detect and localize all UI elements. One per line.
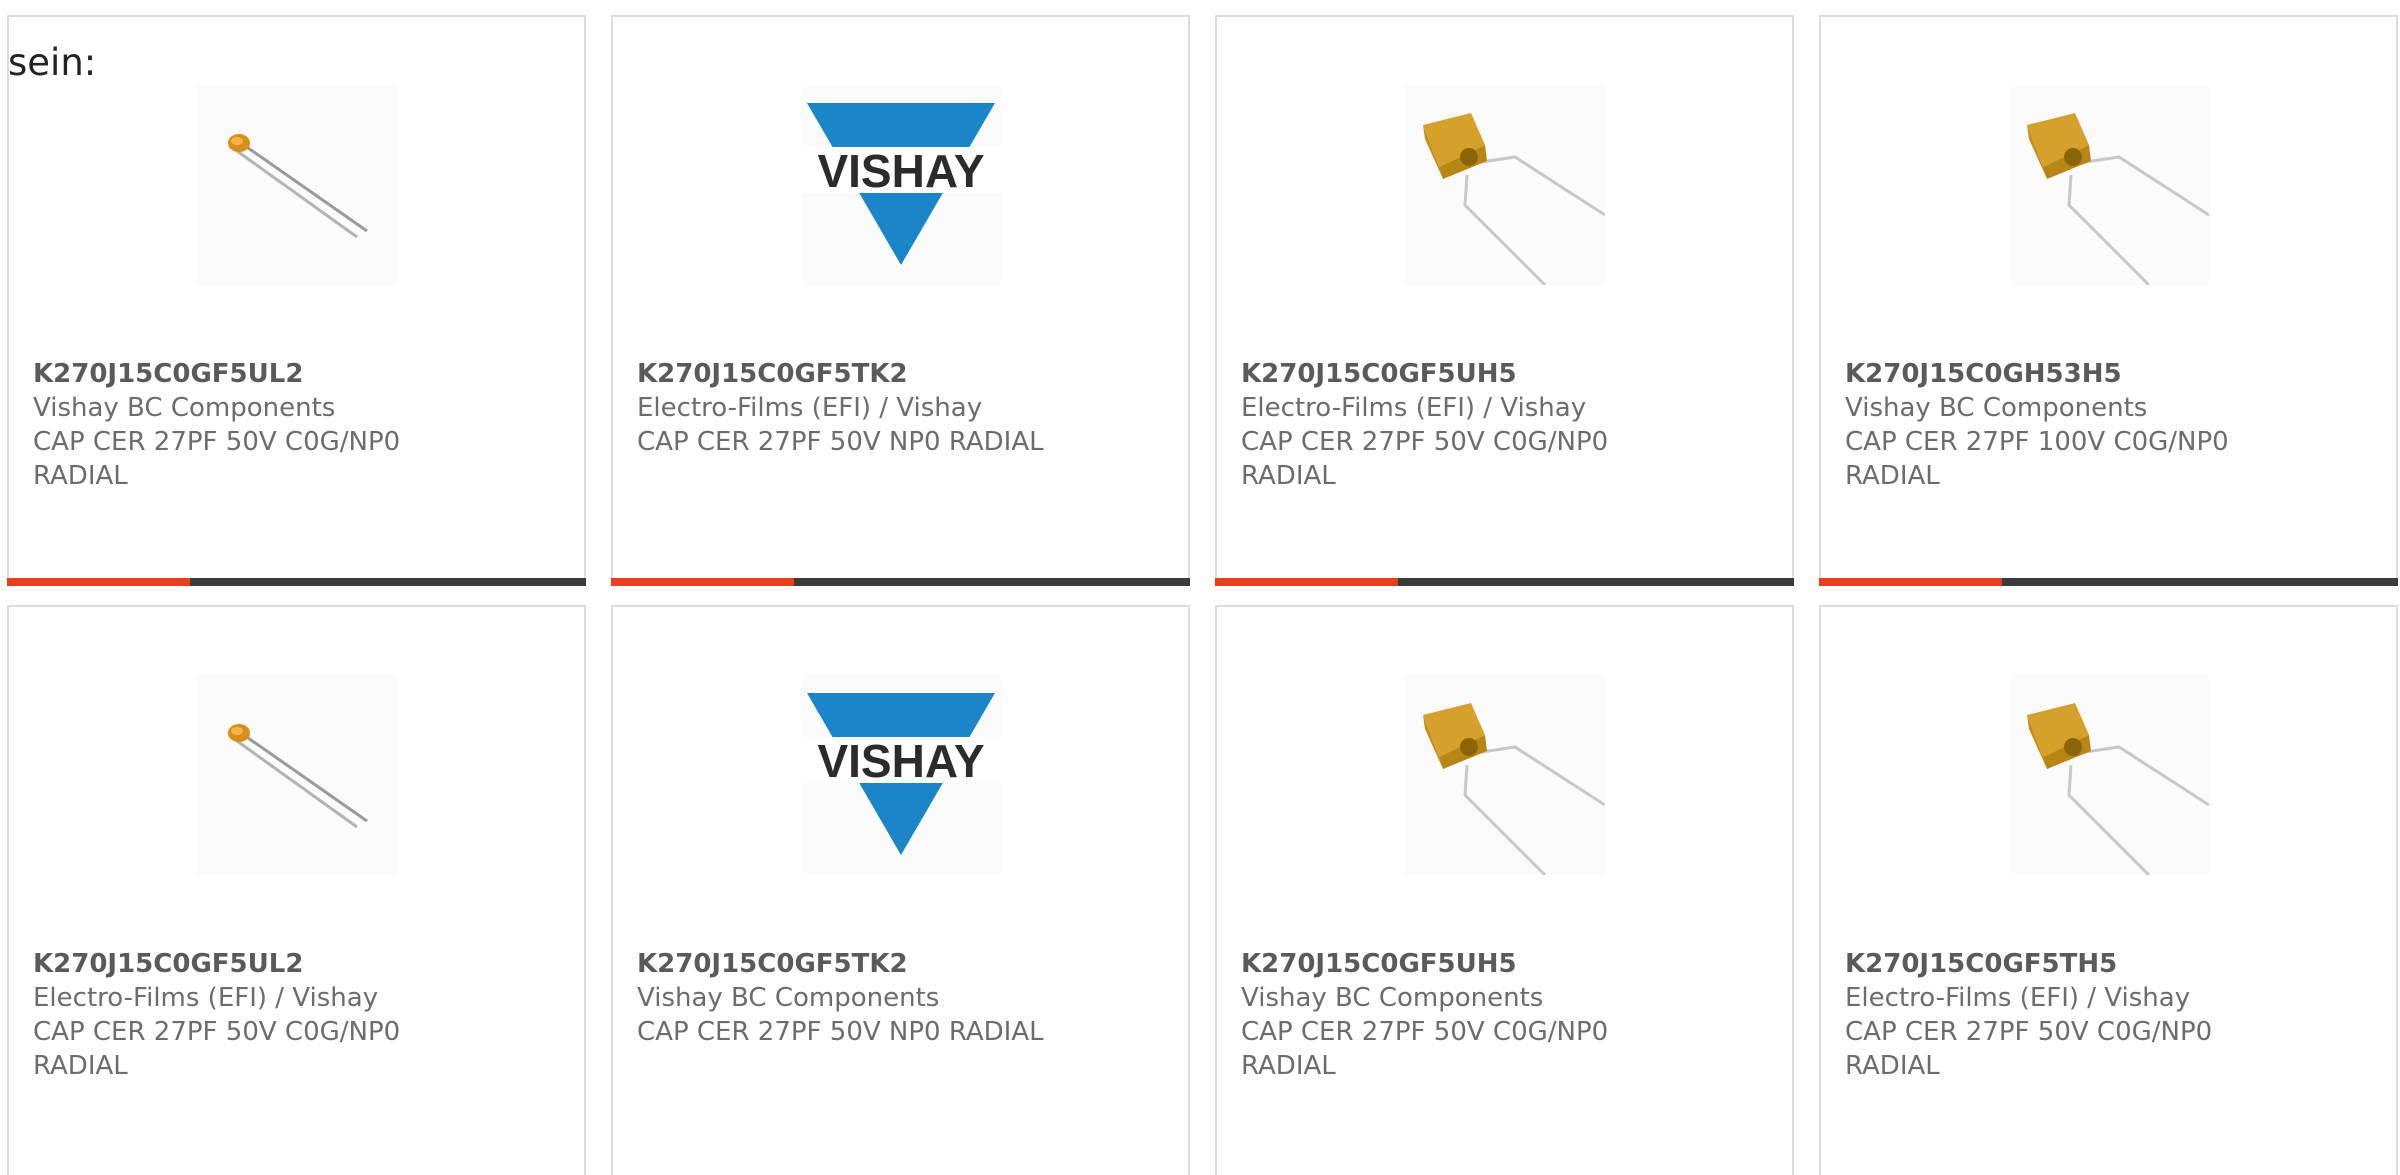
product-card[interactable]: K270J15C0GF5UH5 Vishay BC Components CAP… [1215, 605, 1794, 1175]
description-cont: RADIAL [1845, 1051, 1940, 1081]
part-number[interactable]: K270J15C0GF5UL2 [33, 947, 564, 981]
product-info: K270J15C0GF5TK2 Vishay BC Components CAP… [637, 947, 1168, 1049]
product-image-yellow-block-capacitor[interactable] [1404, 85, 1605, 285]
part-number[interactable]: K270J15C0GF5TK2 [637, 357, 1168, 391]
description-cont: RADIAL [1241, 1051, 1336, 1081]
product-card[interactable]: K270J15C0GH53H5 Vishay BC Components CAP… [1819, 15, 2398, 586]
product-image-vishay-logo[interactable]: VISHAY [800, 675, 1001, 875]
product-image-small-disc-capacitor[interactable] [196, 85, 397, 285]
product-grid: K270J15C0GF5UL2 Vishay BC Components CAP… [0, 0, 2400, 1175]
card-bottom-bar [1215, 578, 1794, 586]
card-accent-bar [1215, 578, 1398, 586]
description-cont: RADIAL [1845, 461, 1940, 491]
product-info: K270J15C0GF5UL2 Vishay BC Components CAP… [33, 357, 564, 493]
description: CAP CER 27PF 50V C0G/NP0 [1241, 427, 1609, 457]
vishay-logo-text: VISHAY [817, 145, 984, 197]
card-bottom-bar [1819, 578, 2398, 586]
product-card[interactable]: K270J15C0GF5UL2 Vishay BC Components CAP… [7, 15, 586, 586]
description: CAP CER 27PF 50V C0G/NP0 [1241, 1017, 1609, 1047]
manufacturer: Electro-Films (EFI) / Vishay [1845, 983, 2191, 1013]
part-number[interactable]: K270J15C0GH53H5 [1845, 357, 2376, 391]
product-image-yellow-block-capacitor[interactable] [1404, 675, 1605, 875]
description: CAP CER 27PF 50V C0G/NP0 [33, 427, 401, 457]
description: CAP CER 27PF 50V NP0 RADIAL [637, 1017, 1044, 1047]
manufacturer: Electro-Films (EFI) / Vishay [1241, 393, 1587, 423]
product-image-vishay-logo[interactable]: VISHAY [800, 85, 1001, 285]
manufacturer: Electro-Films (EFI) / Vishay [33, 983, 379, 1013]
description-cont: RADIAL [33, 1051, 128, 1081]
description-cont: RADIAL [33, 461, 128, 491]
product-card[interactable]: K270J15C0GF5UH5 Electro-Films (EFI) / Vi… [1215, 15, 1794, 586]
product-info: K270J15C0GF5UH5 Electro-Films (EFI) / Vi… [1241, 357, 1772, 493]
product-image-yellow-block-capacitor[interactable] [2008, 675, 2209, 875]
product-info: K270J15C0GF5UH5 Vishay BC Components CAP… [1241, 947, 1772, 1083]
description: CAP CER 27PF 50V C0G/NP0 [33, 1017, 401, 1047]
description: CAP CER 27PF 50V NP0 RADIAL [637, 427, 1044, 457]
card-bottom-bar [7, 578, 586, 586]
manufacturer: Vishay BC Components [33, 393, 336, 423]
product-info: K270J15C0GF5TH5 Electro-Films (EFI) / Vi… [1845, 947, 2376, 1083]
card-accent-bar [1819, 578, 2002, 586]
product-info: K270J15C0GH53H5 Vishay BC Components CAP… [1845, 357, 2376, 493]
part-number[interactable]: K270J15C0GF5UH5 [1241, 947, 1772, 981]
manufacturer: Vishay BC Components [1241, 983, 1544, 1013]
part-number[interactable]: K270J15C0GF5UL2 [33, 357, 564, 391]
product-image-small-disc-capacitor[interactable] [196, 675, 397, 875]
product-card[interactable]: VISHAY K270J15C0GF5TK2 Vishay BC Compone… [611, 605, 1190, 1175]
product-card[interactable]: K270J15C0GF5UL2 Electro-Films (EFI) / Vi… [7, 605, 586, 1175]
intro-text: sein: [8, 41, 97, 84]
card-accent-bar [7, 578, 190, 586]
product-info: K270J15C0GF5TK2 Electro-Films (EFI) / Vi… [637, 357, 1168, 459]
product-image-yellow-block-capacitor[interactable] [2008, 85, 2209, 285]
part-number[interactable]: K270J15C0GF5TK2 [637, 947, 1168, 981]
product-card[interactable]: VISHAY K270J15C0GF5TK2 Electro-Films (EF… [611, 15, 1190, 586]
product-info: K270J15C0GF5UL2 Electro-Films (EFI) / Vi… [33, 947, 564, 1083]
manufacturer: Electro-Films (EFI) / Vishay [637, 393, 983, 423]
description-cont: RADIAL [1241, 461, 1336, 491]
product-card[interactable]: K270J15C0GF5TH5 Electro-Films (EFI) / Vi… [1819, 605, 2398, 1175]
part-number[interactable]: K270J15C0GF5UH5 [1241, 357, 1772, 391]
manufacturer: Vishay BC Components [1845, 393, 2148, 423]
card-bottom-bar [611, 578, 1190, 586]
vishay-logo-text: VISHAY [817, 735, 984, 787]
description: CAP CER 27PF 50V C0G/NP0 [1845, 1017, 2213, 1047]
manufacturer: Vishay BC Components [637, 983, 940, 1013]
part-number[interactable]: K270J15C0GF5TH5 [1845, 947, 2376, 981]
card-accent-bar [611, 578, 794, 586]
description: CAP CER 27PF 100V C0G/NP0 [1845, 427, 2229, 457]
